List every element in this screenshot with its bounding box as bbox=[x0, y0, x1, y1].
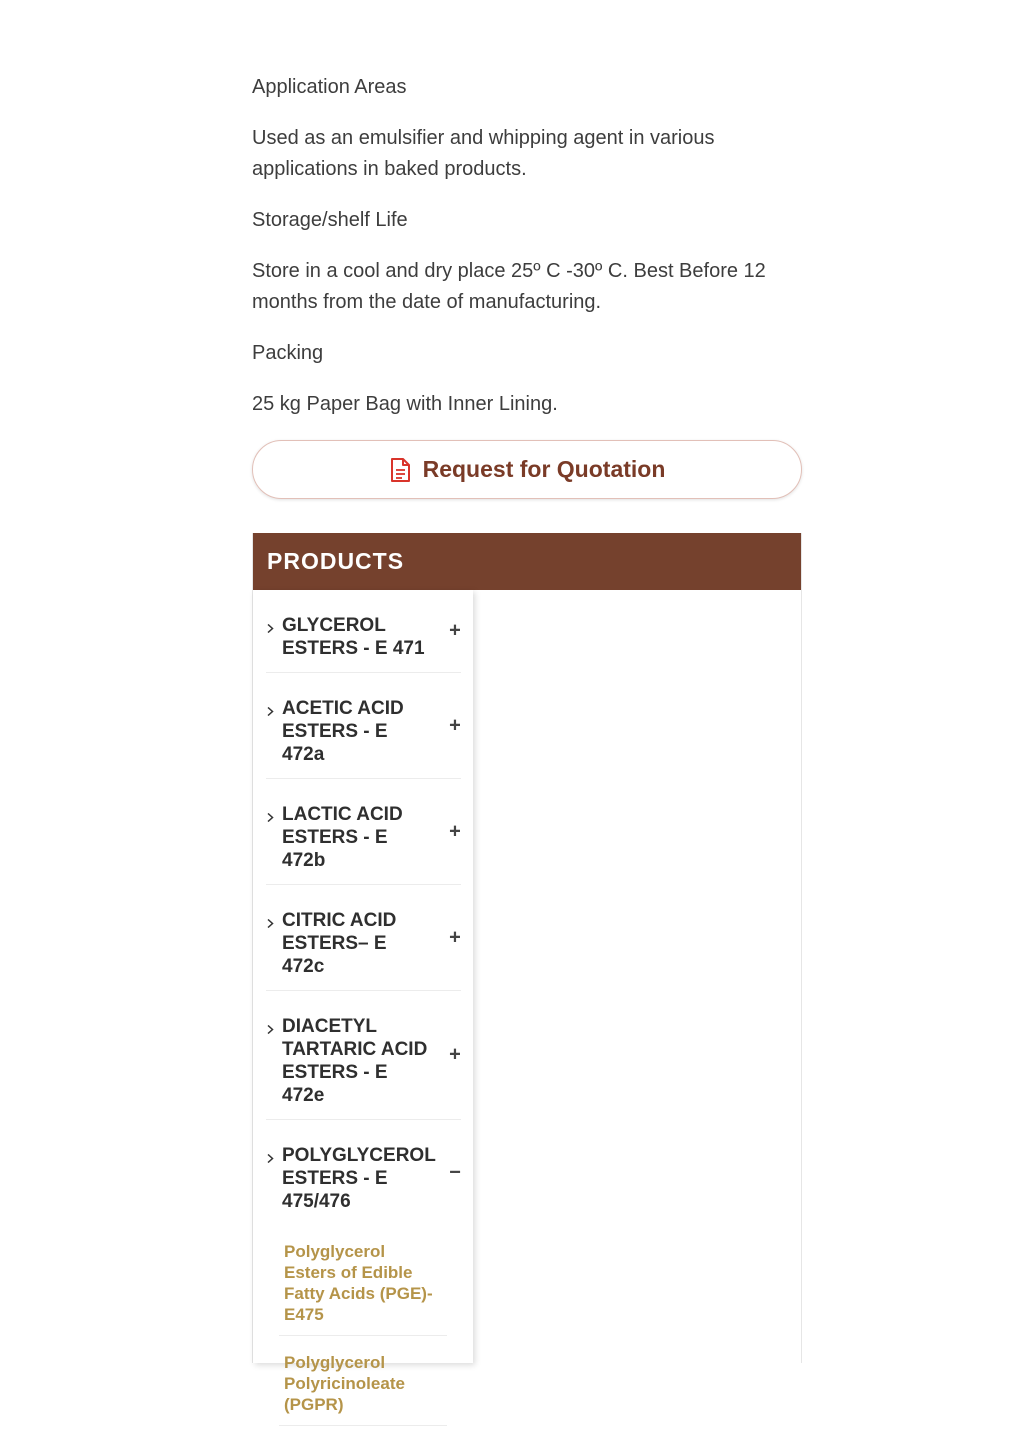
submenu-item-label: Polyglycerol Polyricinoleate (PGPR) bbox=[284, 1353, 405, 1414]
storage-heading: Storage/shelf Life bbox=[252, 209, 408, 231]
menu-item-lactic-acid-esters[interactable]: LACTIC ACID ESTERS - E 472b + bbox=[266, 779, 461, 885]
expand-toggle[interactable]: + bbox=[449, 926, 461, 949]
product-details: Application Areas Used as an emulsifier … bbox=[252, 72, 802, 499]
expand-toggle[interactable]: + bbox=[449, 714, 461, 737]
expand-toggle[interactable]: + bbox=[449, 620, 461, 643]
products-header: PRODUCTS bbox=[253, 533, 801, 590]
menu-item-label: POLYGLYCEROL ESTERS - E 475/476 bbox=[282, 1145, 436, 1212]
application-areas-heading: Application Areas bbox=[252, 76, 407, 98]
submenu-item-label: Polyglycerol Esters of Edible Fatty Acid… bbox=[284, 1242, 433, 1324]
products-menu: GLYCEROL ESTERS - E 471 + ACETIC ACID ES… bbox=[253, 590, 473, 1426]
chevron-right-icon bbox=[266, 1021, 275, 1035]
packing-text: 25 kg Paper Bag with Inner Lining. bbox=[252, 393, 558, 415]
document-icon bbox=[389, 457, 411, 482]
collapse-toggle[interactable]: − bbox=[449, 1161, 461, 1184]
menu-item-label: LACTIC ACID ESTERS - E 472b bbox=[282, 804, 403, 871]
products-panel: PRODUCTS GLYCEROL ESTERS - E 471 + ACETI… bbox=[252, 533, 802, 1426]
polyglycerol-submenu: Polyglycerol Esters of Edible Fatty Acid… bbox=[279, 1225, 447, 1426]
expand-toggle[interactable]: + bbox=[449, 1044, 461, 1067]
chevron-right-icon bbox=[266, 809, 275, 823]
chevron-right-icon bbox=[266, 620, 275, 634]
submenu-item-pge[interactable]: Polyglycerol Esters of Edible Fatty Acid… bbox=[279, 1225, 447, 1336]
menu-item-polyglycerol-esters[interactable]: POLYGLYCEROL ESTERS - E 475/476 − bbox=[266, 1120, 461, 1225]
menu-item-diacetyl-tartaric-acid-esters[interactable]: DIACETYL TARTARIC ACID ESTERS - E 472e + bbox=[266, 991, 461, 1120]
menu-item-glycerol-esters[interactable]: GLYCEROL ESTERS - E 471 + bbox=[266, 590, 461, 673]
products-title: PRODUCTS bbox=[267, 548, 405, 574]
submenu-item-pgpr[interactable]: Polyglycerol Polyricinoleate (PGPR) bbox=[279, 1336, 447, 1426]
request-quotation-button[interactable]: Request for Quotation bbox=[252, 440, 802, 499]
menu-item-citric-acid-esters[interactable]: CITRIC ACID ESTERS– E 472c + bbox=[266, 885, 461, 991]
storage-text: Store in a cool and dry place 25º C -30º… bbox=[252, 260, 766, 313]
request-quotation-label: Request for Quotation bbox=[422, 456, 666, 482]
menu-item-label: GLYCEROL ESTERS - E 471 bbox=[282, 615, 425, 659]
menu-item-label: DIACETYL TARTARIC ACID ESTERS - E 472e bbox=[282, 1016, 428, 1106]
menu-item-label: CITRIC ACID ESTERS– E 472c bbox=[282, 910, 397, 977]
menu-item-acetic-acid-esters[interactable]: ACETIC ACID ESTERS - E 472a + bbox=[266, 673, 461, 779]
application-areas-text: Used as an emulsifier and whipping agent… bbox=[252, 127, 715, 180]
chevron-right-icon bbox=[266, 1150, 275, 1164]
packing-heading: Packing bbox=[252, 342, 324, 364]
chevron-right-icon bbox=[266, 915, 275, 929]
menu-item-label: ACETIC ACID ESTERS - E 472a bbox=[282, 698, 404, 765]
expand-toggle[interactable]: + bbox=[449, 820, 461, 843]
chevron-right-icon bbox=[266, 703, 275, 717]
